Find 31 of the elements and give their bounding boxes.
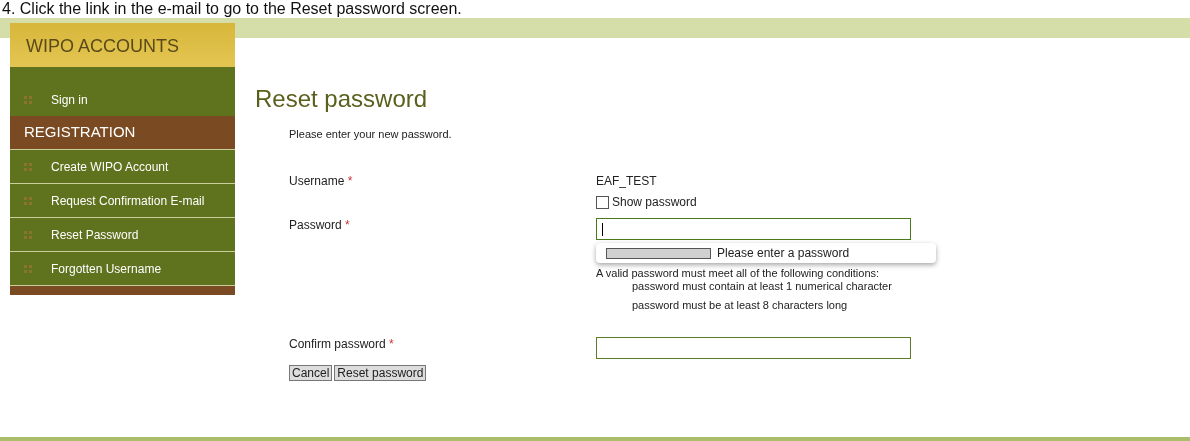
bullet-icon	[24, 95, 32, 104]
form-button[interactable]: Reset password	[334, 365, 427, 381]
sidebar-heading: REGISTRATION	[10, 116, 235, 150]
sidebar-item[interactable]: Request Confirmation E-mail	[10, 184, 235, 218]
strength-message: Please enter a password	[717, 246, 850, 260]
username-value: EAF_TEST	[596, 174, 658, 190]
sidebar-title: WIPO ACCOUNTS	[10, 23, 235, 67]
bullet-icon	[24, 162, 32, 171]
text-cursor	[602, 222, 603, 236]
form-button[interactable]: Cancel	[289, 365, 333, 381]
intro-text: Please enter your new password.	[289, 128, 453, 142]
required-mark: *	[389, 337, 394, 351]
page-title: Reset password	[255, 84, 429, 114]
bullet-icon	[24, 230, 32, 239]
bullet-icon	[24, 264, 32, 273]
confirm-password-field[interactable]	[596, 337, 911, 359]
sidebar-item[interactable]: Create WIPO Account	[10, 150, 235, 184]
conditions-text: A valid password must meet all of the following conditions:	[596, 267, 881, 279]
sidebar-item[interactable]: Reset Password	[10, 218, 235, 252]
bullet-icon	[24, 196, 32, 205]
condition-item: password must contain at least 1 numerical character	[632, 279, 893, 294]
condition-item: password must be at least 8 characters long	[632, 298, 849, 313]
field-label: Confirm password	[289, 337, 386, 351]
required-mark: *	[347, 174, 353, 188]
field-label: Password	[289, 218, 342, 232]
checkbox[interactable]	[596, 195, 609, 209]
field-label: Username	[289, 174, 345, 188]
caption-text: 4. Click the link in the e-mail to go to the Reset password screen.	[1, 0, 463, 18]
password-field[interactable]	[596, 218, 911, 240]
checkbox-label[interactable]: Show password	[612, 195, 697, 209]
required-mark: *	[345, 218, 350, 232]
